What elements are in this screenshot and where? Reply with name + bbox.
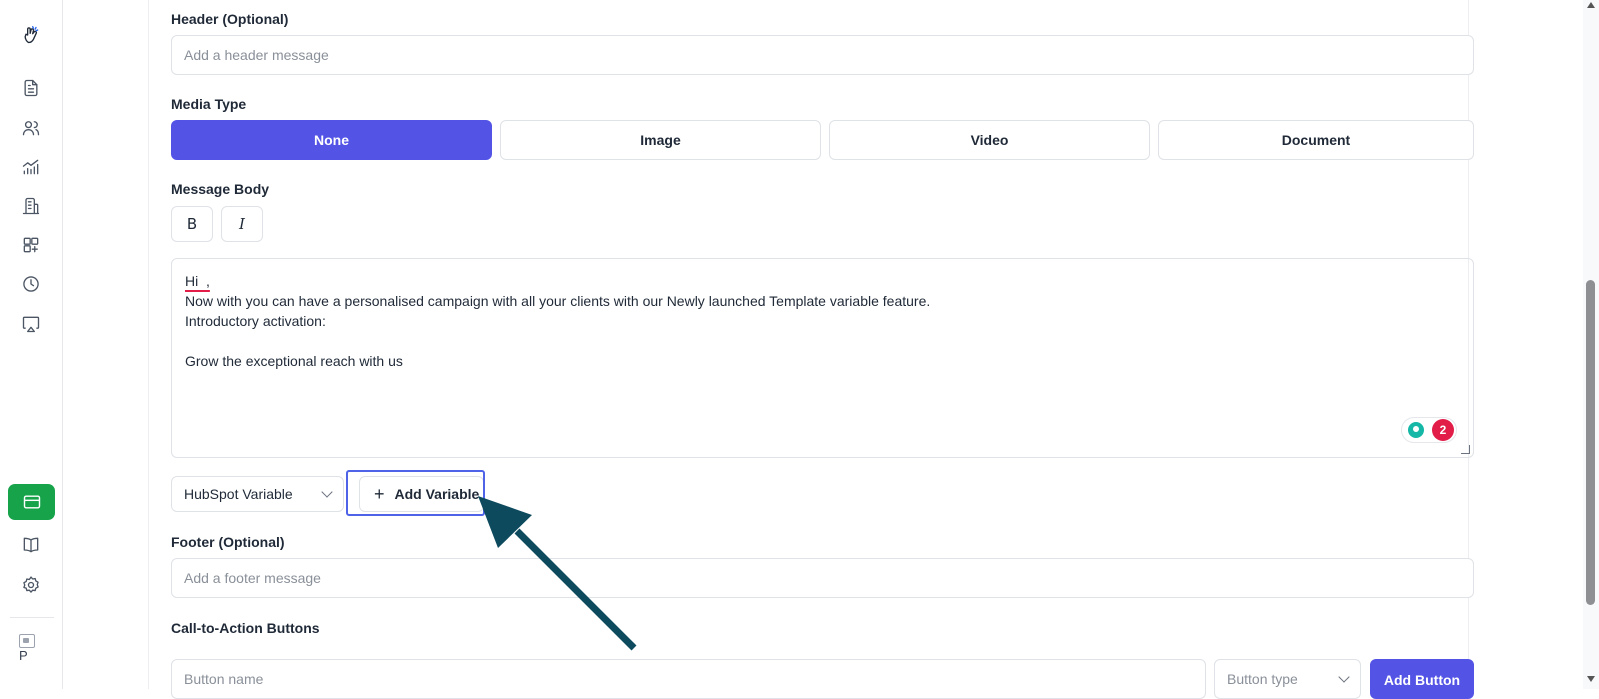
broken-image-icon [19,634,35,648]
grammar-issue-count: 2 [1432,419,1454,441]
footer-label: Footer (Optional) [171,534,285,550]
avatar-alt-text: P [19,648,28,663]
scrollbar-thumb[interactable] [1586,280,1595,605]
button-type-select[interactable]: Button type [1214,659,1361,699]
media-type-video-button[interactable]: Video [829,120,1150,160]
scroll-up-icon[interactable] [1587,2,1595,8]
media-type-document-button[interactable]: Document [1158,120,1474,160]
scrollbar[interactable] [1583,0,1599,689]
analytics-icon[interactable] [18,154,44,180]
highlight-box [346,470,485,516]
users-icon[interactable] [18,115,44,141]
resize-handle-icon[interactable] [1461,445,1470,454]
sidebar-divider [10,617,54,618]
editor-text: Now with you can have a personalised cam… [185,293,931,309]
media-type-label: Media Type [171,96,247,112]
cast-icon[interactable] [18,311,44,337]
logo-icon[interactable] [18,22,44,48]
editor-text: Grow the exceptional reach with us [185,353,403,369]
editor-line: Now with you can have a personalised cam… [185,291,1460,311]
avatar[interactable]: P [19,634,41,670]
message-body-label: Message Body [171,181,270,197]
header-label: Header (Optional) [171,11,289,27]
variable-source-value: HubSpot Variable [184,486,293,502]
building-icon[interactable] [18,193,44,219]
book-icon[interactable] [18,532,44,558]
chevron-down-icon [1338,671,1350,683]
editor-text: Introductory activation: [185,313,326,329]
footer-input[interactable] [171,558,1474,598]
variable-source-select[interactable]: HubSpot Variable [171,476,344,512]
grammar-checker-badge[interactable]: 2 [1401,417,1457,443]
editor-line [185,331,1460,351]
settings-icon[interactable] [18,572,44,598]
add-button[interactable]: Add Button [1370,659,1474,699]
editor-line: Grow the exceptional reach with us [185,351,1460,371]
editor-line: Hi , [185,271,1460,291]
document-icon[interactable] [18,75,44,101]
italic-button[interactable]: I [221,206,263,242]
editor-text: Hi , [185,273,210,289]
card-icon[interactable] [8,484,55,520]
header-input[interactable] [171,35,1474,75]
arrow-head [478,496,532,548]
message-body-editor[interactable]: Hi , Now with you can have a personalise… [171,258,1474,458]
add-widget-icon[interactable] [18,232,44,258]
bold-button[interactable]: B [171,206,213,242]
chevron-down-icon [321,486,333,498]
sidebar: P [0,0,63,689]
media-type-image-button[interactable]: Image [500,120,821,160]
clock-icon[interactable] [18,271,44,297]
media-type-none-button[interactable]: None [171,120,492,160]
editor-line: Introductory activation: [185,311,1460,331]
button-name-input[interactable] [171,659,1206,699]
button-type-placeholder: Button type [1227,671,1298,687]
lightbulb-icon [1408,422,1424,438]
card-border-left [148,0,149,689]
cta-label: Call-to-Action Buttons [171,620,320,636]
scroll-down-icon[interactable] [1587,676,1595,682]
